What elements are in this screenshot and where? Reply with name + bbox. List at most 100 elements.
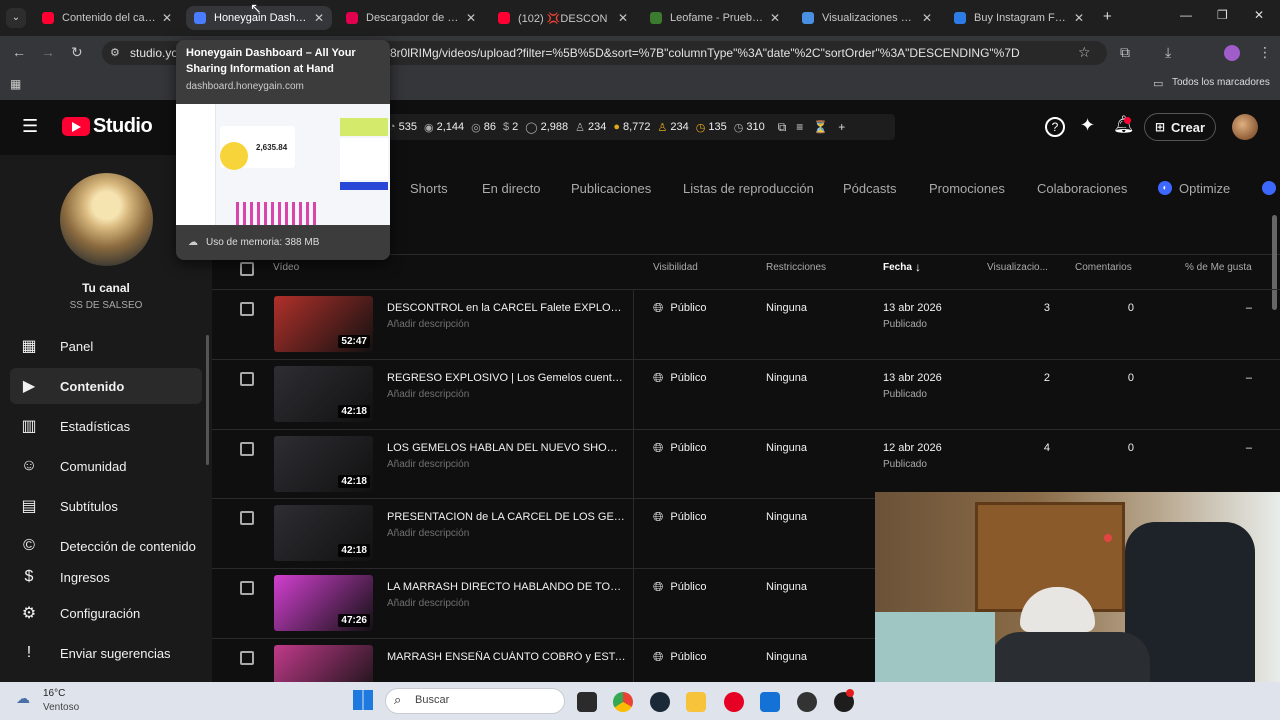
content-tab[interactable]: En directo xyxy=(482,181,541,196)
visibility-cell[interactable]: 🌐︎ Público xyxy=(653,370,706,386)
chatgpt-icon[interactable] xyxy=(797,692,817,712)
store-icon[interactable] xyxy=(760,692,780,712)
sidebar-item[interactable]: ▥ Estadísticas xyxy=(10,408,202,444)
weather-temp[interactable]: 16°C xyxy=(43,688,65,699)
tab-close-icon[interactable]: ✕ xyxy=(314,11,324,25)
video-title[interactable]: LA MARRASH DIRECTO HABLANDO DE TODO ... xyxy=(387,581,627,593)
steam-icon[interactable] xyxy=(650,692,670,712)
profile-icon[interactable] xyxy=(1224,45,1240,61)
apps-grid-icon[interactable]: ▦ xyxy=(10,77,21,91)
video-title[interactable]: DESCONTROL en la CARCEL Falete EXPLOTA c… xyxy=(387,302,627,314)
select-all-checkbox[interactable] xyxy=(240,262,254,276)
sidebar-item[interactable]: ⚙ Configuración xyxy=(10,595,202,631)
visibility-cell[interactable]: 🌐︎ Público xyxy=(653,579,706,595)
tab-close-icon[interactable]: ✕ xyxy=(618,11,628,25)
content-tab[interactable]: Shorts xyxy=(410,181,448,196)
row-checkbox[interactable] xyxy=(240,581,254,595)
header-restrictions[interactable]: Restricciones xyxy=(766,262,826,273)
help-icon[interactable]: ? xyxy=(1045,117,1065,137)
browser-tab[interactable]: Visualizaciones Grat ✕ xyxy=(794,6,940,30)
sidebar-item[interactable]: $ Ingresos xyxy=(10,568,202,586)
content-tab[interactable]: Optimize xyxy=(1179,181,1230,196)
browser-tab[interactable]: (102) 💢DESCON ✕ xyxy=(490,6,636,30)
tab-close-icon[interactable]: ✕ xyxy=(162,11,172,25)
minimize-button[interactable]: — xyxy=(1180,8,1192,22)
content-tab[interactable]: Promociones xyxy=(929,181,1005,196)
browser-tab[interactable]: Descargador de Vide ✕ xyxy=(338,6,484,30)
table-row[interactable]: 42:18 🌐︎ Público LOS GEMELOS HABLAN DEL NUE… xyxy=(212,429,1280,500)
stats-tool-icon[interactable]: ≡ xyxy=(796,120,803,134)
bookmark-star-icon[interactable]: ☆ xyxy=(1078,44,1091,61)
header-views[interactable]: Visualizacio... xyxy=(987,262,1048,273)
taskbar-search-box[interactable] xyxy=(385,688,565,714)
tab-close-icon[interactable]: ✕ xyxy=(466,11,476,25)
file-explorer-icon[interactable] xyxy=(686,692,706,712)
video-title[interactable]: REGRESO EXPLOSIVO | Los Gemelos cuentan … xyxy=(387,372,627,384)
visibility-cell[interactable]: 🌐︎ Público xyxy=(653,440,706,456)
account-avatar[interactable] xyxy=(1232,114,1258,140)
video-description[interactable]: Añadir descripción xyxy=(387,528,469,539)
visibility-cell[interactable]: 🌐︎ Público xyxy=(653,649,706,665)
extensions-icon[interactable]: ⧉ xyxy=(1120,44,1130,61)
back-icon[interactable]: ← xyxy=(12,44,26,60)
stats-tool-icon[interactable]: + xyxy=(838,120,845,134)
video-description[interactable]: Añadir descripción xyxy=(387,598,469,609)
header-video[interactable]: Vídeo xyxy=(273,262,299,273)
video-description[interactable]: Añadir descripción xyxy=(387,459,469,470)
task-view-icon[interactable] xyxy=(577,692,597,712)
stats-tool-icon[interactable]: ⏳ xyxy=(813,120,828,134)
content-tab[interactable]: Colaboraciones xyxy=(1037,181,1127,196)
tab-close-icon[interactable]: ✕ xyxy=(922,11,932,25)
video-title[interactable]: LOS GEMELOS HABLAN DEL NUEVO SHOW LA... xyxy=(387,442,627,454)
header-likes[interactable]: % de Me gusta xyxy=(1185,262,1252,273)
browser-menu-icon[interactable]: ⋮ xyxy=(1258,44,1272,61)
header-visibility[interactable]: Visibilidad xyxy=(653,262,698,273)
row-checkbox[interactable] xyxy=(240,651,254,665)
content-tab[interactable]: Publicaciones xyxy=(571,181,651,196)
visibility-cell[interactable]: 🌐︎ Público xyxy=(653,509,706,525)
weather-icon[interactable]: ☁ xyxy=(16,690,30,707)
maximize-button[interactable]: ❐ xyxy=(1217,8,1228,22)
header-date[interactable]: Fecha xyxy=(883,262,912,273)
new-tab-button[interactable]: + xyxy=(1103,8,1112,25)
reload-icon[interactable]: ↻ xyxy=(71,44,83,61)
pinterest-icon[interactable] xyxy=(724,692,744,712)
site-info-icon[interactable]: ⚙ xyxy=(110,46,120,59)
tab-close-icon[interactable]: ✕ xyxy=(1074,11,1084,25)
chrome-icon[interactable] xyxy=(613,692,633,712)
weather-desc[interactable]: Ventoso xyxy=(43,702,79,713)
table-row[interactable]: 42:18 🌐︎ Público REGRESO EXPLOSIVO | Los Ge… xyxy=(212,359,1280,430)
tab-close-icon[interactable]: ✕ xyxy=(770,11,780,25)
content-tab[interactable]: Listas de reproducción xyxy=(683,181,814,196)
browser-tab[interactable]: Contenido del canal ✕ xyxy=(34,6,180,30)
sort-descending-icon[interactable]: ↓ xyxy=(915,260,921,274)
video-thumbnail[interactable]: 52:47 xyxy=(274,296,373,352)
row-checkbox[interactable] xyxy=(240,442,254,456)
video-description[interactable]: Añadir descripción xyxy=(387,389,469,400)
sidebar-item[interactable]: ▶ Contenido xyxy=(10,368,202,404)
video-thumbnail[interactable]: 42:18 xyxy=(274,436,373,492)
hamburger-menu-icon[interactable]: ☰ xyxy=(22,116,38,137)
all-bookmarks-link[interactable]: Todos los marcadores xyxy=(1172,77,1270,88)
browser-tab[interactable]: Leofame - Prueba gr ✕ xyxy=(642,6,788,30)
download-icon[interactable]: ⤓ xyxy=(1165,44,1171,61)
channel-avatar[interactable] xyxy=(60,173,153,266)
sidebar-item[interactable]: ☺ Comunidad xyxy=(10,448,202,484)
forward-icon[interactable]: → xyxy=(41,44,55,60)
visibility-cell[interactable]: 🌐︎ Público xyxy=(653,300,706,316)
video-title[interactable]: MARRASH ENSEÑA CUÁNTO COBRÓ y ESTAL... xyxy=(387,651,627,663)
sidebar-item[interactable]: © Detección de contenido xyxy=(10,528,202,564)
sidebar-item[interactable]: ▦ Panel xyxy=(10,328,202,364)
close-window-button[interactable]: ✕ xyxy=(1254,8,1264,22)
tab-search-button[interactable]: ⌄ xyxy=(6,8,26,28)
sidebar-scrollbar[interactable] xyxy=(206,335,209,465)
row-checkbox[interactable] xyxy=(240,372,254,386)
table-row[interactable]: 52:47 🌐︎ Público DESCONTROL en la CARCEL Fa… xyxy=(212,289,1280,360)
row-checkbox[interactable] xyxy=(240,511,254,525)
create-button[interactable]: ⊞ Crear xyxy=(1144,113,1216,141)
video-thumbnail[interactable]: 47:26 xyxy=(274,575,373,631)
video-thumbnail[interactable]: 42:18 xyxy=(274,505,373,561)
sidebar-item[interactable]: ▤ Subtítulos xyxy=(10,488,202,524)
content-tab[interactable]: Pódcasts xyxy=(843,181,896,196)
windows-start-icon[interactable] xyxy=(353,690,373,710)
